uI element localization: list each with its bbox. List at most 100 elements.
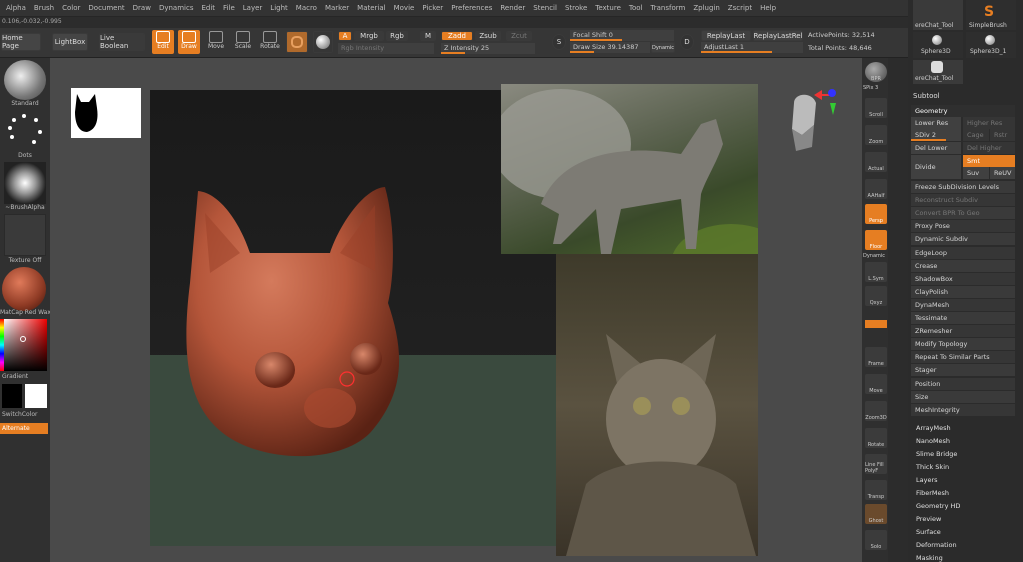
menu-edit[interactable]: Edit <box>197 4 219 12</box>
geometry-item-zremesher[interactable]: ZRemesher <box>911 325 1015 338</box>
scroll-button[interactable]: Scroll <box>865 98 887 118</box>
menu-color[interactable]: Color <box>58 4 84 12</box>
live-boolean-button[interactable]: Live Boolean <box>99 33 145 51</box>
subtool-header[interactable]: Subtool <box>913 92 940 100</box>
menu-draw[interactable]: Draw <box>129 4 155 12</box>
geometry-header[interactable]: Geometry <box>911 105 1015 117</box>
geometry-item-shadowbox[interactable]: ShadowBox <box>911 272 1015 285</box>
mrgb-button[interactable]: Mrgb <box>354 31 384 41</box>
navigation-gizmo[interactable] <box>782 85 842 157</box>
geometry-item-meshintegrity[interactable]: MeshIntegrity <box>911 403 1015 416</box>
menu-light[interactable]: Light <box>266 4 291 12</box>
subpalette-masking[interactable]: Masking <box>916 554 943 562</box>
divide-button[interactable]: Divide <box>911 155 961 179</box>
move-view-button[interactable]: Move <box>865 374 887 394</box>
transp-button[interactable]: Transp <box>865 480 887 500</box>
menu-tool[interactable]: Tool <box>625 4 647 12</box>
z-intensity-slider[interactable]: Z Intensity 25 <box>441 43 535 54</box>
hue-strip[interactable] <box>0 319 4 371</box>
zcut-button[interactable]: Zcut <box>506 31 532 41</box>
tool-thumb-4[interactable]: Sphere3D_1 <box>966 32 1016 58</box>
geometry-item-dynamesh[interactable]: DynaMesh <box>911 298 1015 311</box>
geometry-item-crease[interactable]: Crease <box>911 259 1015 272</box>
color-picker[interactable] <box>3 319 47 371</box>
menu-document[interactable]: Document <box>84 4 128 12</box>
primary-color-swatch[interactable] <box>2 384 22 408</box>
geometry-item-dynamic-subdiv[interactable]: Dynamic Subdiv <box>911 233 1015 246</box>
higher-res-button[interactable]: Higher Res <box>963 117 1015 129</box>
alternate-button[interactable]: Alternate <box>0 423 48 434</box>
menu-material[interactable]: Material <box>353 4 389 12</box>
material-sphere-button[interactable] <box>313 31 333 53</box>
brush-alpha-icon[interactable] <box>4 162 46 204</box>
menu-help[interactable]: Help <box>756 4 780 12</box>
menu-render[interactable]: Render <box>496 4 529 12</box>
tool-thumb-1[interactable]: ereChat_Tool <box>913 0 963 30</box>
adjust-last-slider[interactable]: AdjustLast 1 <box>701 42 803 53</box>
zoom3d-button[interactable]: Zoom3D <box>865 401 887 421</box>
geometry-item-proxy-pose[interactable]: Proxy Pose <box>911 220 1015 233</box>
menu-texture[interactable]: Texture <box>591 4 625 12</box>
secondary-color-swatch[interactable] <box>25 384 47 408</box>
replay-last-rel-button[interactable]: ReplayLastRel <box>753 30 803 41</box>
geometry-item-position[interactable]: Position <box>911 377 1015 390</box>
polyf-button[interactable]: Line Fill PolyF <box>865 454 887 474</box>
edit-button[interactable]: Edit <box>152 30 174 54</box>
geometry-item-tessimate[interactable]: Tessimate <box>911 312 1015 324</box>
rgb-button[interactable]: Rgb <box>386 31 408 41</box>
cage-button[interactable]: Cage <box>963 129 989 141</box>
del-lower-button[interactable]: Del Lower <box>911 142 961 154</box>
geometry-item-reconstruct-subdiv[interactable]: Reconstruct Subdiv <box>911 194 1015 207</box>
geometry-item-edgeloop[interactable]: EdgeLoop <box>911 246 1015 259</box>
geometry-item-freeze-subdivision-levels[interactable]: Freeze SubDivision Levels <box>911 181 1015 193</box>
rgb-intensity-slider[interactable]: Rgb Intensity <box>338 43 434 54</box>
reuv-toggle[interactable]: ReUV <box>990 167 1015 179</box>
subpalette-nanomesh[interactable]: NanoMesh <box>916 437 950 445</box>
local-symmetry-toggle[interactable] <box>865 320 887 328</box>
focal-shift-slider[interactable]: Focal Shift 0 <box>570 30 674 41</box>
dots-stroke-icon[interactable] <box>4 110 46 150</box>
geometry-item-repeat-to-similar-parts[interactable]: Repeat To Similar Parts <box>911 351 1015 364</box>
subpalette-thick-skin[interactable]: Thick Skin <box>916 463 949 471</box>
lsym-button[interactable]: L.Sym <box>865 262 887 282</box>
subpalette-geometry-hd[interactable]: Geometry HD <box>916 502 960 510</box>
draw-size-slider[interactable]: Draw Size 39.14387 <box>570 42 650 53</box>
lower-res-button[interactable]: Lower Res <box>911 117 961 129</box>
menu-marker[interactable]: Marker <box>321 4 353 12</box>
material-icon[interactable] <box>2 267 46 311</box>
sdiv-slider[interactable]: SDiv 2 <box>911 129 961 141</box>
geometry-item-modify-topology[interactable]: Modify Topology <box>911 338 1015 351</box>
replay-d-icon[interactable]: D <box>680 34 694 50</box>
cat-head-sculpt[interactable] <box>180 183 410 463</box>
menu-picker[interactable]: Picker <box>418 4 447 12</box>
geometry-item-convert-bpr-to-geo[interactable]: Convert BPR To Geo <box>911 207 1015 220</box>
subpalette-deformation[interactable]: Deformation <box>916 541 957 549</box>
home-page-button[interactable]: Home Page <box>1 33 41 51</box>
zsub-button[interactable]: Zsub <box>475 31 501 41</box>
subpalette-fibermesh[interactable]: FiberMesh <box>916 489 949 497</box>
menu-stroke[interactable]: Stroke <box>561 4 591 12</box>
dynamic-button[interactable]: Dynamic <box>651 42 675 53</box>
switch-color-button[interactable]: SwitchColor <box>0 411 50 418</box>
replay-last-button[interactable]: ReplayLast <box>701 30 751 41</box>
menu-zscript[interactable]: Zscript <box>724 4 756 12</box>
a-button[interactable]: A <box>338 31 352 41</box>
qxyz-button[interactable]: Qxyz <box>865 286 887 306</box>
tool-thumb-2[interactable]: S SimpleBrush <box>966 0 1016 30</box>
geometry-item-size[interactable]: Size <box>911 390 1015 403</box>
menu-movie[interactable]: Movie <box>390 4 419 12</box>
subpalette-preview[interactable]: Preview <box>916 515 941 523</box>
texture-slot[interactable] <box>4 214 46 256</box>
move-button[interactable]: Move <box>205 30 227 54</box>
spix-control[interactable]: SPix 3 <box>863 85 887 93</box>
subpalette-surface[interactable]: Surface <box>916 528 941 536</box>
m-button[interactable]: M <box>420 31 436 41</box>
geometry-item-claypolish[interactable]: ClayPolish <box>911 285 1015 298</box>
menu-stencil[interactable]: Stencil <box>529 4 561 12</box>
geometry-item-stager[interactable]: Stager <box>911 364 1015 377</box>
menu-file[interactable]: File <box>219 4 239 12</box>
aahalf-button[interactable]: AAHalf <box>865 179 887 199</box>
floor-button[interactable]: Floor <box>865 230 887 250</box>
menu-zplugin[interactable]: Zplugin <box>689 4 723 12</box>
ghost-button[interactable]: Ghost <box>865 504 887 524</box>
